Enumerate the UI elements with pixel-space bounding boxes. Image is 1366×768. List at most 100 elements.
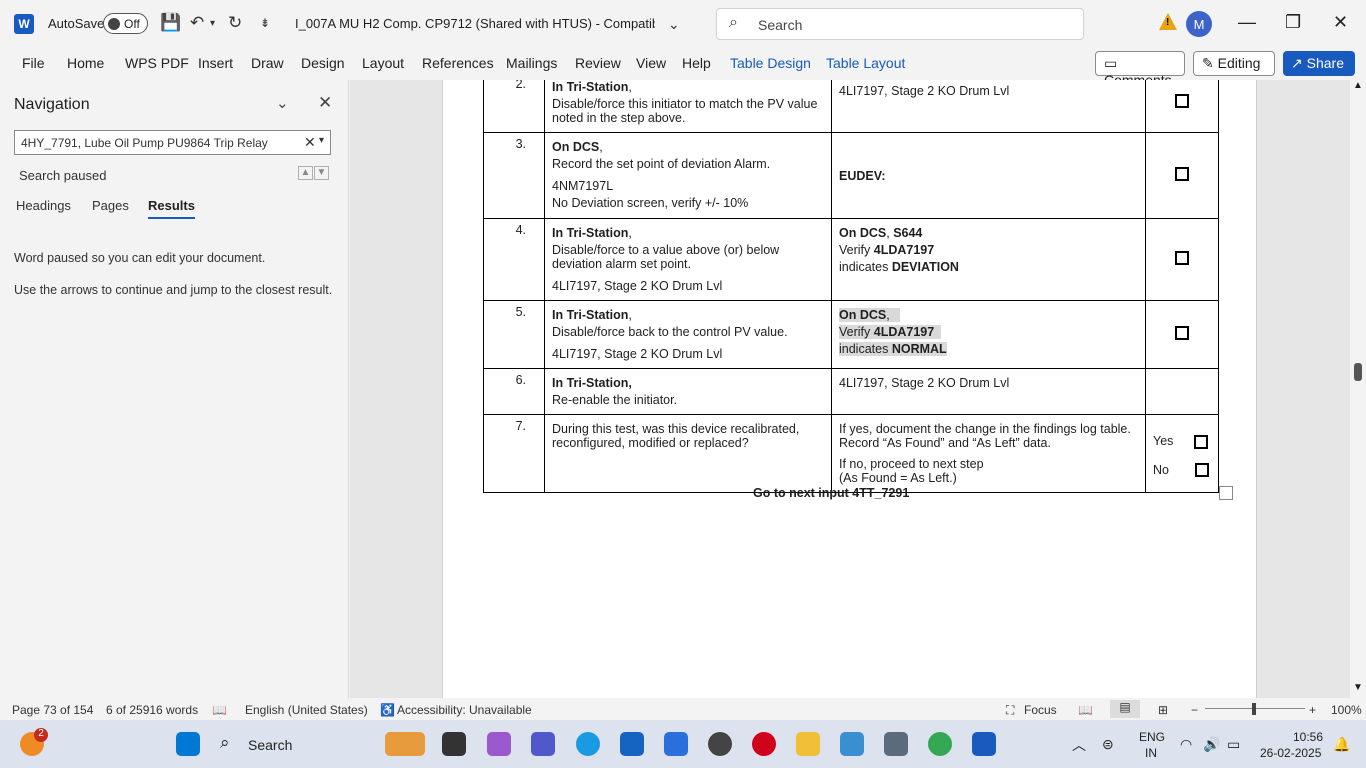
action-cell[interactable]: In Tri-Station, Disable/force this initia… [544, 80, 832, 133]
result-cell[interactable]: 4LI7197, Stage 2 KO Drum Lvl [831, 368, 1146, 415]
task-view-icon[interactable] [442, 732, 466, 756]
tab-review[interactable]: Review [575, 55, 621, 71]
vertical-scrollbar[interactable]: ▲ ▼ [1350, 80, 1366, 698]
app-icon[interactable] [884, 732, 908, 756]
check-cell[interactable] [1145, 368, 1219, 415]
file-explorer-icon[interactable] [796, 732, 820, 756]
scroll-down-icon[interactable]: ▼ [1353, 682, 1363, 693]
table-resize-handle[interactable] [1219, 486, 1233, 500]
checkbox[interactable] [1175, 167, 1189, 181]
proofing-icon[interactable]: 📖 [212, 703, 227, 717]
check-cell[interactable] [1145, 132, 1219, 219]
check-cell[interactable]: Yes No [1145, 414, 1219, 493]
tray-chevron-icon[interactable]: ︿ [1072, 735, 1086, 755]
undo-icon[interactable]: ↶ [190, 13, 204, 33]
tray-app-icon[interactable]: ⊜ [1102, 736, 1114, 753]
clock-time[interactable]: 10:56 [1293, 730, 1323, 744]
taskbar-search[interactable]: ⌕ Search [216, 730, 366, 758]
next-result-icon[interactable]: ▼ [314, 166, 329, 180]
nav-close-icon[interactable]: ✕ [318, 93, 332, 113]
search-input[interactable]: ⌕ Search [716, 8, 1084, 40]
nav-tab-results[interactable]: Results [148, 198, 195, 219]
result-cell[interactable]: On DCS, Verify 4LDA7197 indicates NORMAL [831, 300, 1146, 369]
share-button[interactable]: ↗ Share [1283, 51, 1355, 76]
opera-icon[interactable] [752, 732, 776, 756]
tab-mailings[interactable]: Mailings [506, 55, 557, 71]
nav-options-chevron-icon[interactable]: ⌄ [276, 94, 289, 112]
word-taskbar-icon[interactable] [972, 732, 996, 756]
yes-checkbox[interactable] [1194, 434, 1209, 449]
tab-file[interactable]: File [22, 55, 45, 71]
notification-bell-icon[interactable]: 🔔 [1333, 736, 1350, 753]
result-cell[interactable]: If yes, document the change in the findi… [831, 414, 1146, 493]
language-indicator[interactable]: ENG [1139, 730, 1165, 744]
edge-icon[interactable] [576, 732, 600, 756]
clear-search-icon[interactable]: ✕ [304, 134, 316, 151]
result-cell[interactable]: EUDEV: [831, 132, 1146, 219]
nav-tab-headings[interactable]: Headings [16, 198, 71, 213]
scroll-thumb[interactable] [1354, 363, 1362, 381]
action-cell[interactable]: On DCS, Record the set point of deviation… [544, 132, 832, 219]
action-cell[interactable]: During this test, was this device recali… [544, 414, 832, 493]
battery-icon[interactable]: ▭ [1227, 736, 1240, 753]
read-mode-icon[interactable]: 📖 [1078, 703, 1093, 717]
web-layout-icon[interactable]: ⊞ [1158, 703, 1168, 717]
check-cell[interactable] [1145, 300, 1219, 369]
print-layout-icon[interactable]: ▤ [1110, 700, 1140, 718]
zoom-level[interactable]: 100% [1331, 703, 1362, 717]
nav-search-input[interactable]: 4HY_7791, Lube Oil Pump PU9864 Trip Rela… [14, 130, 331, 155]
avatar[interactable]: M [1186, 11, 1212, 37]
search-dropdown-icon[interactable]: ▾ [319, 135, 324, 146]
tab-insert[interactable]: Insert [198, 55, 233, 71]
action-cell[interactable]: In Tri-Station, Disable/force to a value … [544, 218, 832, 301]
check-cell[interactable] [1145, 218, 1219, 301]
tab-wps-pdf[interactable]: WPS PDF [125, 55, 189, 71]
save-icon[interactable]: 💾 [160, 13, 181, 33]
tab-draw[interactable]: Draw [251, 55, 284, 71]
scroll-up-icon[interactable]: ▲ [1353, 80, 1363, 91]
tab-design[interactable]: Design [301, 55, 345, 71]
chrome-icon[interactable] [928, 732, 952, 756]
checkbox[interactable] [1175, 251, 1189, 265]
dell-icon[interactable] [708, 732, 732, 756]
zoom-in-icon[interactable]: + [1309, 703, 1316, 717]
checkbox[interactable] [1175, 326, 1189, 340]
restore-icon[interactable]: ❐ [1285, 12, 1301, 33]
accessibility-status[interactable]: Accessibility: Unavailable [397, 703, 532, 717]
title-chevron-down-icon[interactable]: ⌄ [668, 16, 680, 33]
language[interactable]: English (United States) [245, 703, 368, 717]
customize-toolbar-icon[interactable]: ⇟ [260, 16, 270, 30]
copilot-icon[interactable] [487, 732, 511, 756]
page-count[interactable]: Page 73 of 154 [12, 703, 93, 717]
start-icon[interactable] [176, 732, 200, 756]
volume-icon[interactable]: 🔊 [1203, 736, 1220, 753]
tab-help[interactable]: Help [682, 55, 711, 71]
close-icon[interactable]: ✕ [1333, 12, 1348, 33]
action-cell[interactable]: In Tri-Station, Re-enable the initiator. [544, 368, 832, 415]
check-cell[interactable] [1145, 80, 1219, 133]
tab-home[interactable]: Home [67, 55, 104, 71]
tab-table-design[interactable]: Table Design [730, 55, 811, 71]
word-count[interactable]: 6 of 25916 words [106, 703, 198, 717]
tab-references[interactable]: References [422, 55, 494, 71]
checkbox[interactable] [1175, 94, 1189, 108]
editing-button[interactable]: ✎ Editing ⌄ [1193, 51, 1275, 88]
procedure-table[interactable]: 2. In Tri-Station, Disable/force this ini… [483, 80, 1219, 493]
tab-layout[interactable]: Layout [362, 55, 404, 71]
zoom-out-icon[interactable]: − [1191, 703, 1198, 717]
result-cell[interactable]: On DCS, S644 Verify 4LDA7197 indicates DE… [831, 218, 1146, 301]
clock-date[interactable]: 26-02-2025 [1260, 746, 1321, 760]
autosave-toggle[interactable]: Off [103, 13, 148, 34]
redo-icon[interactable]: ↻ [228, 13, 242, 33]
no-checkbox[interactable] [1194, 463, 1209, 478]
document-title[interactable]: I_007A MU H2 Comp. CP9712 (Shared with H… [295, 16, 655, 31]
undo-dropdown-icon[interactable]: ▾ [210, 18, 215, 29]
power-automate-icon[interactable] [664, 732, 688, 756]
language-region[interactable]: IN [1145, 746, 1157, 760]
warning-icon[interactable]: ! [1159, 13, 1177, 30]
nav-tab-pages[interactable]: Pages [92, 198, 129, 213]
zoom-slider-thumb[interactable] [1252, 703, 1256, 715]
search-highlight-icon[interactable] [385, 732, 425, 756]
result-cell[interactable]: 4LI7197, Stage 2 KO Drum Lvl [831, 80, 1146, 133]
action-cell[interactable]: In Tri-Station, Disable/force back to the… [544, 300, 832, 369]
